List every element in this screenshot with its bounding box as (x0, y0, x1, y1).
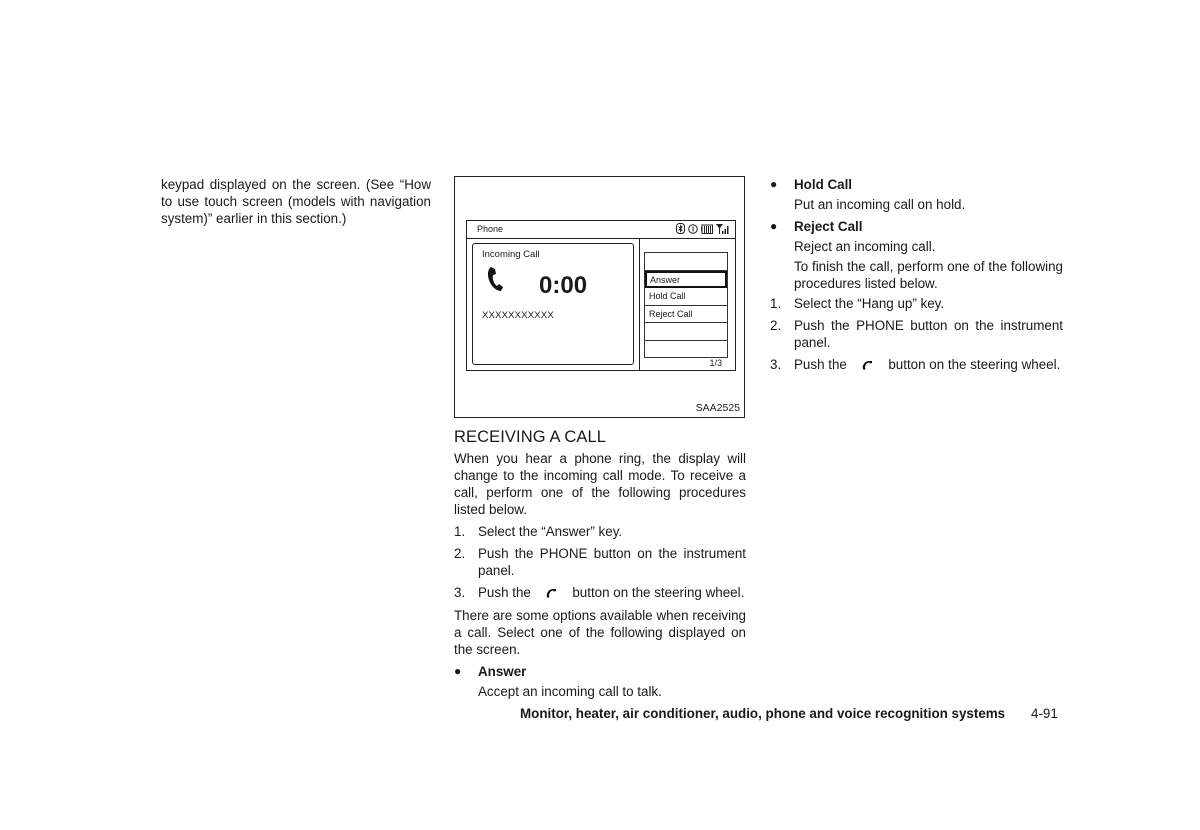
receiving-intro-paragraph: When you hear a phone ring, the display … (454, 451, 746, 517)
bluetooth-icon (676, 223, 685, 236)
phone-screen-figure: Phone Incoming Call 0:00 XXXXXXXXXXX Ans… (454, 176, 745, 418)
step-text-post: button on the steering wheel. (888, 357, 1061, 372)
call-timer: 0:00 (539, 272, 588, 299)
figure-code: SAA2525 (695, 402, 740, 414)
step-number: 3. (770, 357, 782, 372)
step-item: 2. Push the PHONE button on the instrume… (770, 317, 1063, 351)
step-item: 2. Push the PHONE button on the instrume… (454, 545, 746, 579)
section-heading: RECEIVING A CALL (454, 428, 606, 446)
page-indicator: 1/3 (709, 358, 722, 368)
step-text-pre: Push the (478, 585, 531, 600)
finish-steps-list: 1. Select the “Hang up” key. 2. Push the… (770, 295, 1063, 374)
step-text-wrapper: Push the button on the steering wheel. (794, 356, 1063, 374)
step-text: Push the PHONE button on the instrument … (478, 546, 746, 578)
page-number: 4-91 (1031, 706, 1058, 721)
hold-call-button[interactable]: Hold Call (645, 288, 727, 306)
step-number: 1. (770, 296, 782, 311)
steering-phone-icon (851, 357, 885, 374)
option-title: Reject Call (794, 219, 863, 234)
info-icon (688, 223, 698, 236)
footer-section-title: Monitor, heater, air conditioner, audio,… (520, 706, 1006, 721)
call-options-menu: Answer Hold Call Reject Call (644, 252, 728, 358)
step-text: Select the “Answer” key. (478, 524, 623, 539)
screen-header: Phone (467, 221, 735, 239)
status-icons (676, 223, 730, 236)
call-info-box: Incoming Call 0:00 XXXXXXXXXXX (472, 243, 634, 365)
option-description: Put an incoming call on hold. (794, 197, 966, 212)
option-answer: ● Answer (454, 663, 746, 680)
battery-icon (701, 224, 713, 236)
screen-title: Phone (477, 224, 504, 234)
caller-id: XXXXXXXXXXX (482, 310, 554, 321)
call-info-pane: Incoming Call 0:00 XXXXXXXXXXX (467, 238, 640, 370)
answer-button[interactable]: Answer (645, 270, 727, 288)
bullet-icon: ● (770, 177, 778, 191)
option-hold-call: ● Hold Call (770, 176, 1063, 193)
step-item: 3. Push the button on the steering wheel… (454, 584, 746, 602)
step-number: 2. (770, 318, 782, 333)
step-text-post: button on the steering wheel. (572, 585, 745, 600)
option-title: Answer (478, 663, 527, 679)
column-right: ● Hold Call Put an incoming call on hold… (770, 176, 1063, 379)
steering-phone-icon (535, 585, 569, 602)
step-text: Push the PHONE button on the instrument … (794, 318, 1063, 350)
step-item: 3. Push the button on the steering wheel… (770, 356, 1063, 374)
step-item: 1. Select the “Answer” key. (454, 523, 746, 540)
menu-item-empty[interactable] (645, 253, 727, 271)
bullet-icon: ● (454, 663, 462, 678)
step-number: 1. (454, 524, 466, 539)
option-description: Accept an incoming call to talk. (478, 683, 662, 699)
step-number: 3. (454, 585, 466, 600)
step-text-wrapper: Push the button on the steering wheel. (478, 584, 746, 602)
option-title: Hold Call (794, 177, 853, 192)
reject-call-button[interactable]: Reject Call (645, 306, 727, 323)
signal-strength-icon (716, 223, 730, 236)
step-text-pre: Push the (794, 357, 847, 372)
menu-item-empty[interactable] (645, 341, 727, 359)
step-number: 2. (454, 546, 466, 561)
step-item: 1. Select the “Hang up” key. (770, 295, 1063, 312)
bullet-icon: ● (770, 219, 778, 233)
phone-handset-icon (487, 266, 505, 297)
receive-steps-list: 1. Select the “Answer” key. 2. Push the … (454, 523, 746, 602)
menu-item-empty[interactable] (645, 323, 727, 341)
option-description: Reject an incoming call. (794, 239, 936, 254)
call-status-label: Incoming Call (482, 249, 540, 260)
column-middle: RECEIVING A CALL When you hear a phone r… (454, 427, 746, 700)
finish-intro-paragraph: To finish the call, perform one of the f… (794, 259, 1063, 291)
options-intro-paragraph: There are some options available when re… (454, 607, 746, 657)
option-reject-call: ● Reject Call (770, 218, 1063, 235)
step-text: Select the “Hang up” key. (794, 296, 945, 311)
column-left: keypad displayed on the screen. (See “Ho… (161, 176, 431, 227)
phone-display: Phone Incoming Call 0:00 XXXXXXXXXXX Ans… (466, 220, 736, 371)
intro-continuation-paragraph: keypad displayed on the screen. (See “Ho… (161, 177, 431, 226)
